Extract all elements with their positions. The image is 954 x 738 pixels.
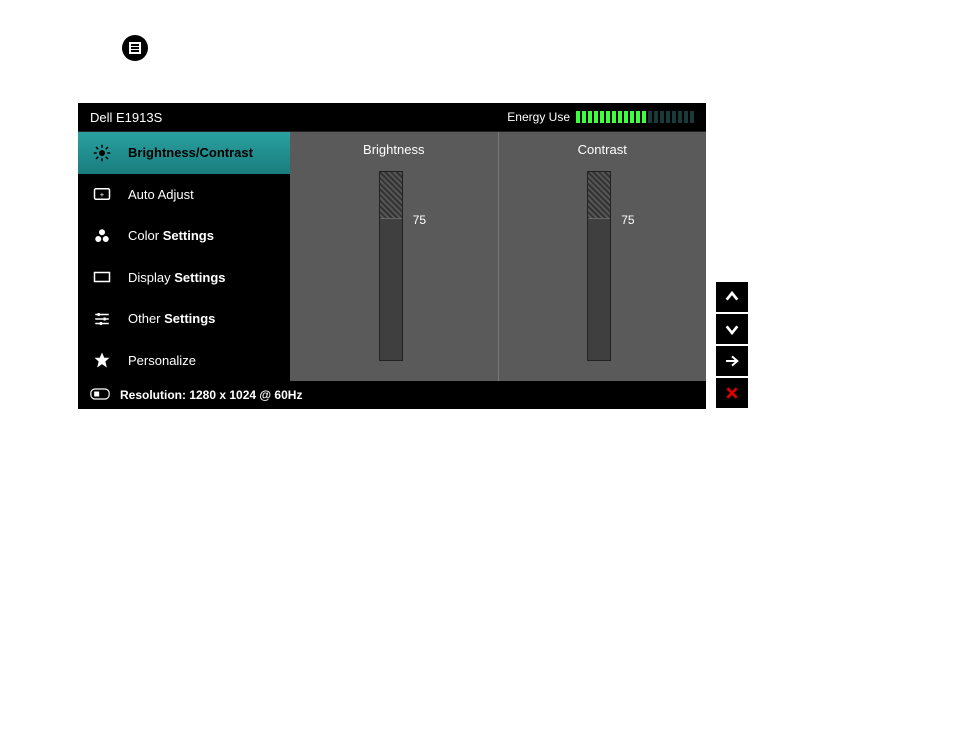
svg-text:+: + [100, 190, 105, 199]
energy-bar [642, 111, 646, 123]
column-title: Brightness [363, 142, 424, 157]
energy-bar [618, 111, 622, 123]
panel-column-contrast: Contrast 75 [498, 132, 707, 381]
sidebar-item-label: Auto Adjust [128, 187, 194, 202]
contrast-value: 75 [621, 213, 634, 227]
energy-bar [648, 111, 652, 123]
energy-use: Energy Use [507, 110, 694, 124]
osd-footer: Resolution: 1280 x 1024 @ 60Hz [78, 381, 706, 409]
osd-panel: Brightness 75 Contrast 75 [290, 132, 706, 381]
nav-close-button[interactable] [716, 378, 748, 408]
energy-bar [588, 111, 592, 123]
energy-label: Energy Use [507, 110, 570, 124]
resolution-icon [90, 388, 110, 403]
osd-header: Dell E1913S Energy Use [78, 103, 706, 132]
energy-bar [666, 111, 670, 123]
sliders-icon [90, 310, 114, 328]
osd-window: Dell E1913S Energy Use Brightness/Contra… [78, 103, 706, 408]
sidebar-item-label: Display Settings [128, 270, 226, 285]
auto-adjust-icon: + [90, 185, 114, 203]
energy-bar [600, 111, 604, 123]
nav-up-button[interactable] [716, 282, 748, 312]
sidebar-item-color-settings[interactable]: Color Settings [78, 215, 290, 257]
physical-menu-button[interactable] [122, 35, 148, 61]
sidebar-item-label: Other Settings [128, 311, 215, 326]
energy-bar [630, 111, 634, 123]
energy-bar [576, 111, 580, 123]
energy-bars [576, 111, 694, 123]
resolution-text: Resolution: 1280 x 1024 @ 60Hz [120, 388, 302, 402]
display-icon [90, 268, 114, 286]
nav-down-button[interactable] [716, 314, 748, 344]
energy-bar [624, 111, 628, 123]
energy-bar [654, 111, 658, 123]
energy-bar [660, 111, 664, 123]
osd-sidebar: Brightness/Contrast + Auto Adjust Color Set… [78, 132, 290, 381]
nav-right-button[interactable] [716, 346, 748, 376]
energy-bar [606, 111, 610, 123]
energy-bar [612, 111, 616, 123]
sidebar-item-label: Color Settings [128, 228, 214, 243]
sidebar-item-label: Personalize [128, 353, 196, 368]
star-icon [90, 351, 114, 369]
contrast-slider[interactable]: 75 [587, 171, 617, 361]
monitor-model: Dell E1913S [90, 110, 162, 125]
sidebar-item-display-settings[interactable]: Display Settings [78, 257, 290, 299]
energy-bar [684, 111, 688, 123]
energy-bar [690, 111, 694, 123]
brightness-value: 75 [413, 213, 426, 227]
sidebar-item-other-settings[interactable]: Other Settings [78, 298, 290, 340]
energy-bar [582, 111, 586, 123]
physical-nav-buttons [716, 282, 748, 410]
energy-bar [672, 111, 676, 123]
sidebar-item-brightness-contrast[interactable]: Brightness/Contrast [78, 132, 290, 174]
menu-icon [129, 42, 141, 54]
sidebar-item-label: Brightness/Contrast [128, 145, 253, 160]
column-title: Contrast [578, 142, 627, 157]
color-icon [90, 227, 114, 245]
energy-bar [594, 111, 598, 123]
brightness-slider[interactable]: 75 [379, 171, 409, 361]
energy-bar [636, 111, 640, 123]
panel-column-brightness: Brightness 75 [290, 132, 498, 381]
sidebar-item-auto-adjust[interactable]: + Auto Adjust [78, 174, 290, 216]
energy-bar [678, 111, 682, 123]
sidebar-item-personalize[interactable]: Personalize [78, 340, 290, 382]
brightness-icon [90, 144, 114, 162]
